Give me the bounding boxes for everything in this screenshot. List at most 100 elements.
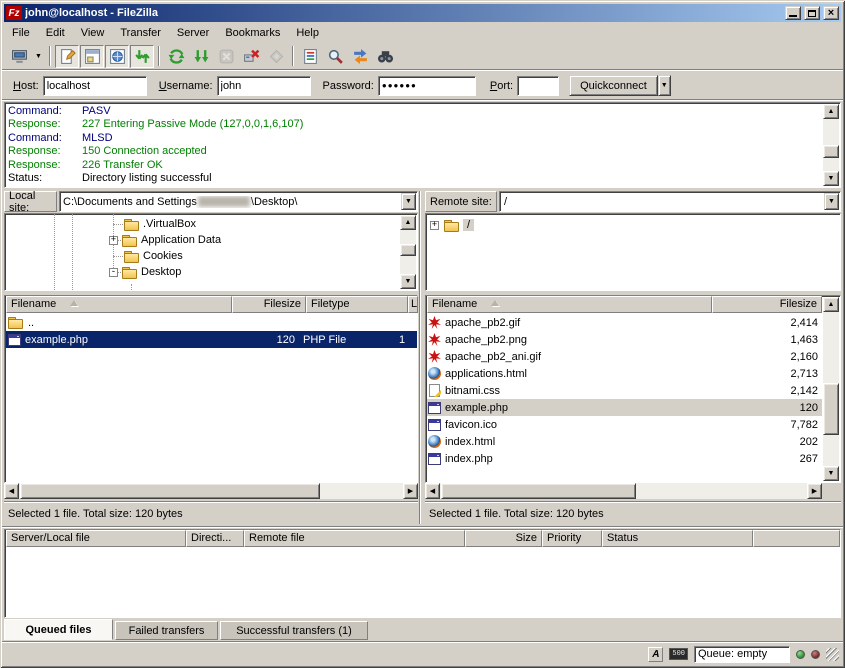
toggle-transfer-queue-icon[interactable] (130, 45, 154, 68)
combo-dropdown-icon[interactable]: ▼ (824, 193, 839, 210)
tab-successful-transfers[interactable]: Successful transfers (1) (220, 621, 368, 640)
file-row[interactable]: index.html202 (427, 433, 822, 450)
directory-comparison-icon[interactable] (323, 45, 347, 68)
toggle-remote-tree-icon[interactable] (105, 45, 129, 68)
file-row[interactable]: apache_pb2.gif2,414 (427, 314, 822, 331)
scroll-left-icon[interactable]: ◀ (425, 483, 440, 499)
resize-grip[interactable] (826, 648, 839, 661)
file-row[interactable]: index.php267 (427, 450, 822, 467)
remote-list-hscrollbar[interactable]: ◀ ▶ (425, 483, 822, 499)
host-input[interactable] (43, 76, 147, 96)
toggle-local-tree-icon[interactable] (80, 45, 104, 68)
menu-edit[interactable]: Edit (38, 25, 73, 41)
filename-filters-icon[interactable] (298, 45, 322, 68)
transfer-queue[interactable]: Server/Local file Directi... Remote file… (4, 529, 841, 618)
menu-help[interactable]: Help (288, 25, 327, 41)
site-manager-icon[interactable] (7, 45, 31, 68)
quickconnect-button[interactable]: Quickconnect (569, 75, 658, 96)
process-queue-icon[interactable] (189, 45, 213, 68)
column-header-lastmodified[interactable]: L (408, 296, 418, 313)
expand-icon[interactable]: + (430, 221, 439, 230)
synchronized-browsing-icon[interactable] (348, 45, 372, 68)
scrollbar-thumb[interactable] (823, 383, 839, 435)
minimize-button[interactable] (785, 6, 801, 20)
column-header-filetype[interactable]: Filetype (306, 296, 408, 313)
scrollbar-thumb[interactable] (20, 483, 320, 499)
maximize-button[interactable] (804, 6, 820, 20)
tree-item-cookies[interactable]: Cookies (124, 248, 183, 264)
scrollbar-thumb[interactable] (400, 244, 416, 256)
log-scrollbar[interactable]: ▲ ▼ (823, 104, 839, 186)
collapse-icon[interactable]: - (109, 268, 118, 277)
file-row[interactable]: apache_pb2.png1,463 (427, 331, 822, 348)
scroll-right-icon[interactable]: ▶ (403, 483, 418, 499)
title-bar[interactable]: Fz john@localhost - FileZilla × (4, 4, 841, 22)
column-header-status[interactable]: Status (602, 530, 753, 547)
local-tree[interactable]: .VirtualBox + Application Data Cookies -… (4, 213, 418, 291)
column-header-direction[interactable]: Directi... (186, 530, 244, 547)
column-header-filesize[interactable]: Filesize (232, 296, 306, 313)
column-header-filename[interactable]: Filename (427, 296, 712, 313)
expand-icon[interactable]: + (109, 236, 118, 245)
find-files-icon[interactable] (373, 45, 397, 68)
scroll-up-icon[interactable]: ▲ (823, 104, 839, 119)
column-header-filename[interactable]: Filename (6, 296, 232, 313)
file-row-selected[interactable]: example.php120 (427, 399, 822, 416)
column-header-priority[interactable]: Priority (542, 530, 602, 547)
scrollbar-thumb[interactable] (441, 483, 636, 499)
tab-queued-files[interactable]: Queued files (4, 619, 113, 640)
file-row-parent[interactable]: .. (6, 314, 417, 331)
file-row-selected[interactable]: example.php 120 PHP File 1 (6, 331, 417, 348)
menu-file[interactable]: File (4, 25, 38, 41)
reconnect-icon[interactable] (264, 45, 288, 68)
cancel-operation-icon[interactable] (214, 45, 238, 68)
local-tree-scrollbar[interactable]: ▲ ▼ (400, 215, 416, 289)
tree-item-root[interactable]: + / (430, 217, 474, 233)
scrollbar-thumb[interactable] (823, 145, 839, 158)
scroll-right-icon[interactable]: ▶ (807, 483, 822, 499)
tree-item-desktop[interactable]: - Desktop (109, 264, 181, 280)
quickconnect-dropdown-icon[interactable]: ▼ (658, 75, 671, 96)
password-input[interactable] (378, 76, 476, 96)
combo-dropdown-icon[interactable]: ▼ (401, 193, 416, 210)
file-row[interactable]: favicon.ico7,782 (427, 416, 822, 433)
remote-tree[interactable]: + / (425, 213, 841, 291)
scroll-up-icon[interactable]: ▲ (823, 297, 839, 312)
local-file-list[interactable]: Filename Filesize Filetype L .. example.… (4, 295, 418, 483)
scroll-left-icon[interactable]: ◀ (4, 483, 19, 499)
menu-transfer[interactable]: Transfer (112, 25, 169, 41)
scroll-down-icon[interactable]: ▼ (823, 466, 839, 481)
menu-server[interactable]: Server (169, 25, 217, 41)
message-log[interactable]: Command:PASV Response:227 Entering Passi… (4, 102, 841, 188)
close-button[interactable]: × (823, 6, 839, 20)
username-input[interactable] (217, 76, 311, 96)
speed-limit-icon[interactable]: 500 (669, 648, 688, 660)
remote-file-list[interactable]: Filename Filesize apache_pb2.gif2,414 ap… (425, 295, 841, 483)
scroll-up-icon[interactable]: ▲ (400, 215, 416, 230)
file-row[interactable]: applications.html2,713 (427, 365, 822, 382)
scroll-down-icon[interactable]: ▼ (823, 171, 839, 186)
column-header-filesize[interactable]: Filesize (712, 296, 822, 313)
local-list-hscrollbar[interactable]: ◀ ▶ (4, 483, 418, 499)
column-header-local-file[interactable]: Server/Local file (6, 530, 186, 547)
file-row[interactable]: apache_pb2_ani.gif2,160 (427, 348, 822, 365)
transfer-type-icon[interactable]: A (648, 647, 663, 662)
remote-path-combo[interactable]: / ▼ (499, 191, 841, 212)
tree-item-virtualbox[interactable]: .VirtualBox (124, 216, 196, 232)
site-manager-dropdown-icon[interactable]: ▼ (32, 45, 45, 68)
pane-splitter[interactable] (419, 191, 421, 524)
column-header-remote-file[interactable]: Remote file (244, 530, 465, 547)
tab-failed-transfers[interactable]: Failed transfers (115, 621, 218, 640)
scroll-down-icon[interactable]: ▼ (400, 274, 416, 289)
remote-list-scrollbar[interactable]: ▲ ▼ (823, 297, 839, 481)
toggle-message-log-icon[interactable] (55, 45, 79, 68)
refresh-icon[interactable] (164, 45, 188, 68)
tree-item-application-data[interactable]: + Application Data (109, 232, 221, 248)
port-input[interactable] (517, 76, 559, 96)
column-header-size[interactable]: Size (465, 530, 542, 547)
local-path-combo[interactable]: C:\Documents and Settings\Desktop\ ▼ (59, 191, 418, 212)
menu-view[interactable]: View (73, 25, 113, 41)
disconnect-icon[interactable] (239, 45, 263, 68)
file-row[interactable]: bitnami.css2,142 (427, 382, 822, 399)
menu-bookmarks[interactable]: Bookmarks (217, 25, 288, 41)
